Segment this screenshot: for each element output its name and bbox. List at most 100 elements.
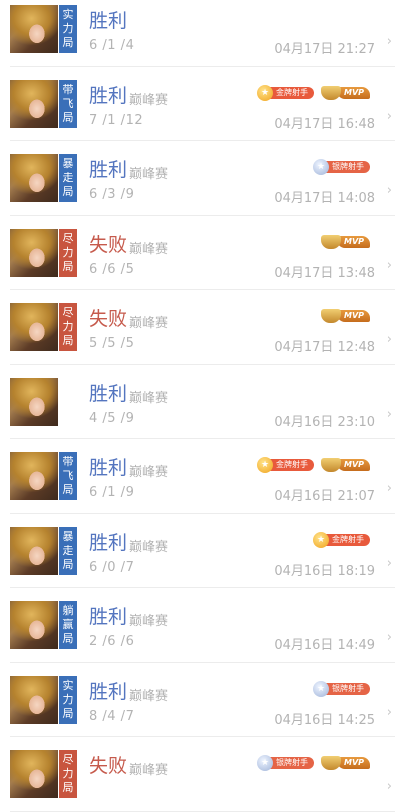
match-mode: 巅峰赛	[129, 241, 169, 257]
kda-score: 6 /1 /4	[89, 38, 135, 53]
trophy-icon	[320, 85, 341, 100]
match-result: 胜利	[89, 382, 128, 405]
match-tag-char: 尽	[62, 753, 74, 766]
match-row[interactable]: 带飞局 胜利 巅峰赛 ★ 金牌射手 MVP 7 /1 /12 04月17日 16:4…	[0, 67, 403, 142]
match-mode: 巅峰赛	[129, 92, 169, 108]
chevron-right-icon: ›	[386, 630, 392, 645]
match-tag: 带飞局	[59, 452, 77, 500]
hero-avatar	[10, 526, 58, 575]
gold-medal-badge: ★ 金牌射手	[256, 456, 314, 474]
mvp-badge: MVP	[320, 754, 370, 772]
match-tag-char: 赢	[62, 618, 74, 631]
match-tag-char: 局	[62, 557, 74, 571]
match-time: 04月16日 14:25	[274, 712, 375, 728]
match-row[interactable]: 实力局 胜利 巅峰赛 ★ 银牌射手 8 /4 /7 04月16日 14:25 ›	[0, 663, 403, 738]
silver-medal-badge: ★ 银牌射手	[313, 158, 370, 176]
badge-label: 银牌射手	[268, 757, 314, 769]
gold-medal-badge: ★ 金牌射手	[313, 531, 370, 549]
match-row[interactable]: 暴走局 胜利 巅峰赛 ★ 金牌射手 6 /0 /7 04月16日 18:19 ›	[0, 514, 403, 589]
match-row[interactable]: 尽力局 失败 巅峰赛 MVP 5 /5 /5 04月17日 12:48 ›	[0, 290, 403, 365]
badge-label: MVP	[336, 86, 370, 99]
badge-label: MVP	[336, 235, 370, 248]
kda-score: 6 /3 /9	[89, 187, 135, 202]
match-history-list: 实力局 胜利 6 /1 /4 04月17日 21:27 › 带飞局 胜利 巅峰赛…	[0, 0, 403, 812]
match-tag-char: 局	[62, 259, 74, 273]
chevron-right-icon: ›	[386, 183, 392, 198]
match-result: 胜利	[89, 159, 128, 181]
match-row[interactable]: 躺赢局 胜利 巅峰赛 2 /6 /6 04月16日 14:49 ›	[0, 588, 403, 663]
mvp-badge: MVP	[320, 84, 370, 102]
match-tag-char: 局	[62, 706, 74, 720]
match-result: 胜利	[89, 10, 128, 32]
chevron-right-icon: ›	[386, 555, 392, 571]
match-result: 胜利	[89, 84, 128, 107]
kda-score: 6 /6 /5	[89, 261, 135, 277]
match-tag-char: 走	[62, 171, 74, 184]
chevron-right-icon: ›	[386, 257, 392, 273]
badge-label: MVP	[336, 310, 370, 322]
hero-avatar	[10, 228, 58, 277]
match-mode: 巅峰赛	[129, 539, 169, 555]
match-tag-char: 带	[62, 82, 74, 96]
match-mode: 巅峰赛	[129, 316, 169, 331]
chevron-right-icon: ›	[386, 481, 392, 496]
match-tag-char: 局	[62, 185, 74, 198]
match-tag-char: 暴	[62, 157, 74, 170]
match-tag-char: 局	[62, 781, 74, 794]
kda-score: 7 /1 /12	[89, 112, 144, 128]
match-tag-char: 局	[62, 334, 74, 347]
kda-score: 6 /1 /9	[89, 485, 135, 500]
hero-avatar	[10, 154, 58, 202]
match-row[interactable]: 暴走局 胜利 巅峰赛 ★ 银牌射手 6 /3 /9 04月17日 14:08 ›	[0, 141, 403, 216]
match-row[interactable]: 胜利 巅峰赛 4 /5 /9 04月16日 23:10 ›	[0, 365, 403, 440]
match-row[interactable]: 尽力局 失败 巅峰赛 ★ 银牌射手 MVP ›	[0, 737, 403, 812]
kda-score: 2 /6 /6	[89, 634, 135, 649]
match-tag-char: 力	[62, 320, 74, 333]
match-tag-char: 飞	[62, 469, 74, 482]
chevron-right-icon: ›	[386, 779, 392, 794]
trophy-icon	[320, 458, 341, 472]
badge-group: MVP	[320, 305, 370, 327]
match-mode: 巅峰赛	[129, 688, 169, 704]
kda-score: 4 /5 /9	[89, 410, 135, 426]
match-row[interactable]: 带飞局 胜利 巅峰赛 ★ 金牌射手 MVP 6 /1 /9 04月16日 21:07…	[0, 439, 403, 514]
match-result: 胜利	[89, 680, 128, 703]
badge-group: ★ 银牌射手 MVP	[256, 752, 370, 774]
match-time: 04月17日 13:48	[274, 265, 375, 281]
match-tag-char: 力	[62, 22, 74, 35]
silver-medal-badge: ★ 银牌射手	[313, 680, 370, 698]
hero-avatar	[10, 5, 58, 53]
badge-label: 金牌射手	[268, 86, 314, 99]
medal-icon: ★	[313, 159, 329, 175]
match-tag: 带飞局	[59, 79, 77, 128]
badge-label: 银牌射手	[325, 161, 370, 173]
badge-group: ★ 金牌射手 MVP	[256, 82, 370, 104]
match-time: 04月16日 23:10	[274, 414, 375, 430]
mvp-badge: MVP	[320, 456, 370, 474]
hero-avatar	[10, 452, 58, 500]
badge-group: ★ 金牌射手 MVP	[256, 454, 370, 476]
match-tag: 尽力局	[59, 303, 77, 351]
match-row[interactable]: 尽力局 失败 巅峰赛 MVP 6 /6 /5 04月17日 13:48 ›	[0, 216, 403, 291]
match-time: 04月16日 21:07	[274, 489, 375, 504]
match-mode: 巅峰赛	[129, 465, 169, 480]
badge-group: ★ 银牌射手	[313, 678, 370, 700]
trophy-icon	[320, 756, 341, 770]
match-tag: 实力局	[59, 5, 77, 53]
match-tag-char: 局	[62, 110, 74, 124]
match-result: 胜利	[89, 531, 128, 554]
match-result: 失败	[89, 233, 128, 256]
match-row[interactable]: 实力局 胜利 6 /1 /4 04月17日 21:27 ›	[0, 0, 403, 67]
chevron-right-icon: ›	[386, 704, 392, 720]
match-result: 胜利	[89, 457, 128, 479]
match-tag-char: 力	[62, 245, 74, 259]
chevron-right-icon: ›	[386, 332, 392, 347]
badge-label: 银牌射手	[325, 682, 370, 695]
match-tag-char: 局	[62, 632, 74, 645]
match-tag-char: 躺	[62, 604, 74, 617]
chevron-right-icon: ›	[386, 108, 392, 124]
match-tag-char: 局	[62, 36, 74, 49]
match-tag-char: 尽	[62, 231, 74, 245]
hero-avatar	[10, 303, 58, 351]
match-time: 04月17日 16:48	[274, 116, 375, 132]
